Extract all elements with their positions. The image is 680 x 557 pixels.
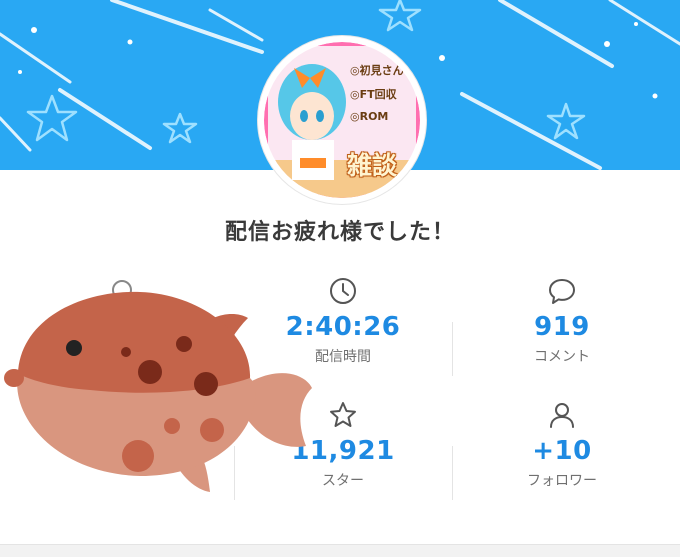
star-icon [330,402,356,427]
stat-followers: +10 フォロワー [487,400,637,490]
followers-label: フォロワー [527,473,597,489]
avatar-tag-1: ◎初見さん [350,64,404,77]
clock-icon [330,278,356,304]
speech-bubble-icon [549,279,575,304]
avatar-title: 雑談 [346,151,397,180]
followers-value: +10 [532,436,592,466]
avatar-thumbnail: ◎初見さん ◎FT回収 ◎ROM 雑談 [264,42,420,198]
streamer-avatar[interactable]: ◎初見さん ◎FT回収 ◎ROM 雑談 [258,36,426,204]
avatar-tag-3: ◎ROM [350,110,389,123]
comments-value: 919 [534,312,590,342]
avatar-tag-2: ◎FT回収 [350,88,397,101]
divider [452,322,453,376]
comments-label: コメント [534,349,590,365]
person-icon [550,403,574,428]
bottom-separator [0,544,680,557]
stat-comments: 919 コメント [487,276,637,366]
pufferfish-icon [4,280,312,492]
divider [452,446,453,500]
page-title: 配信お疲れ様でした！ [224,220,455,245]
